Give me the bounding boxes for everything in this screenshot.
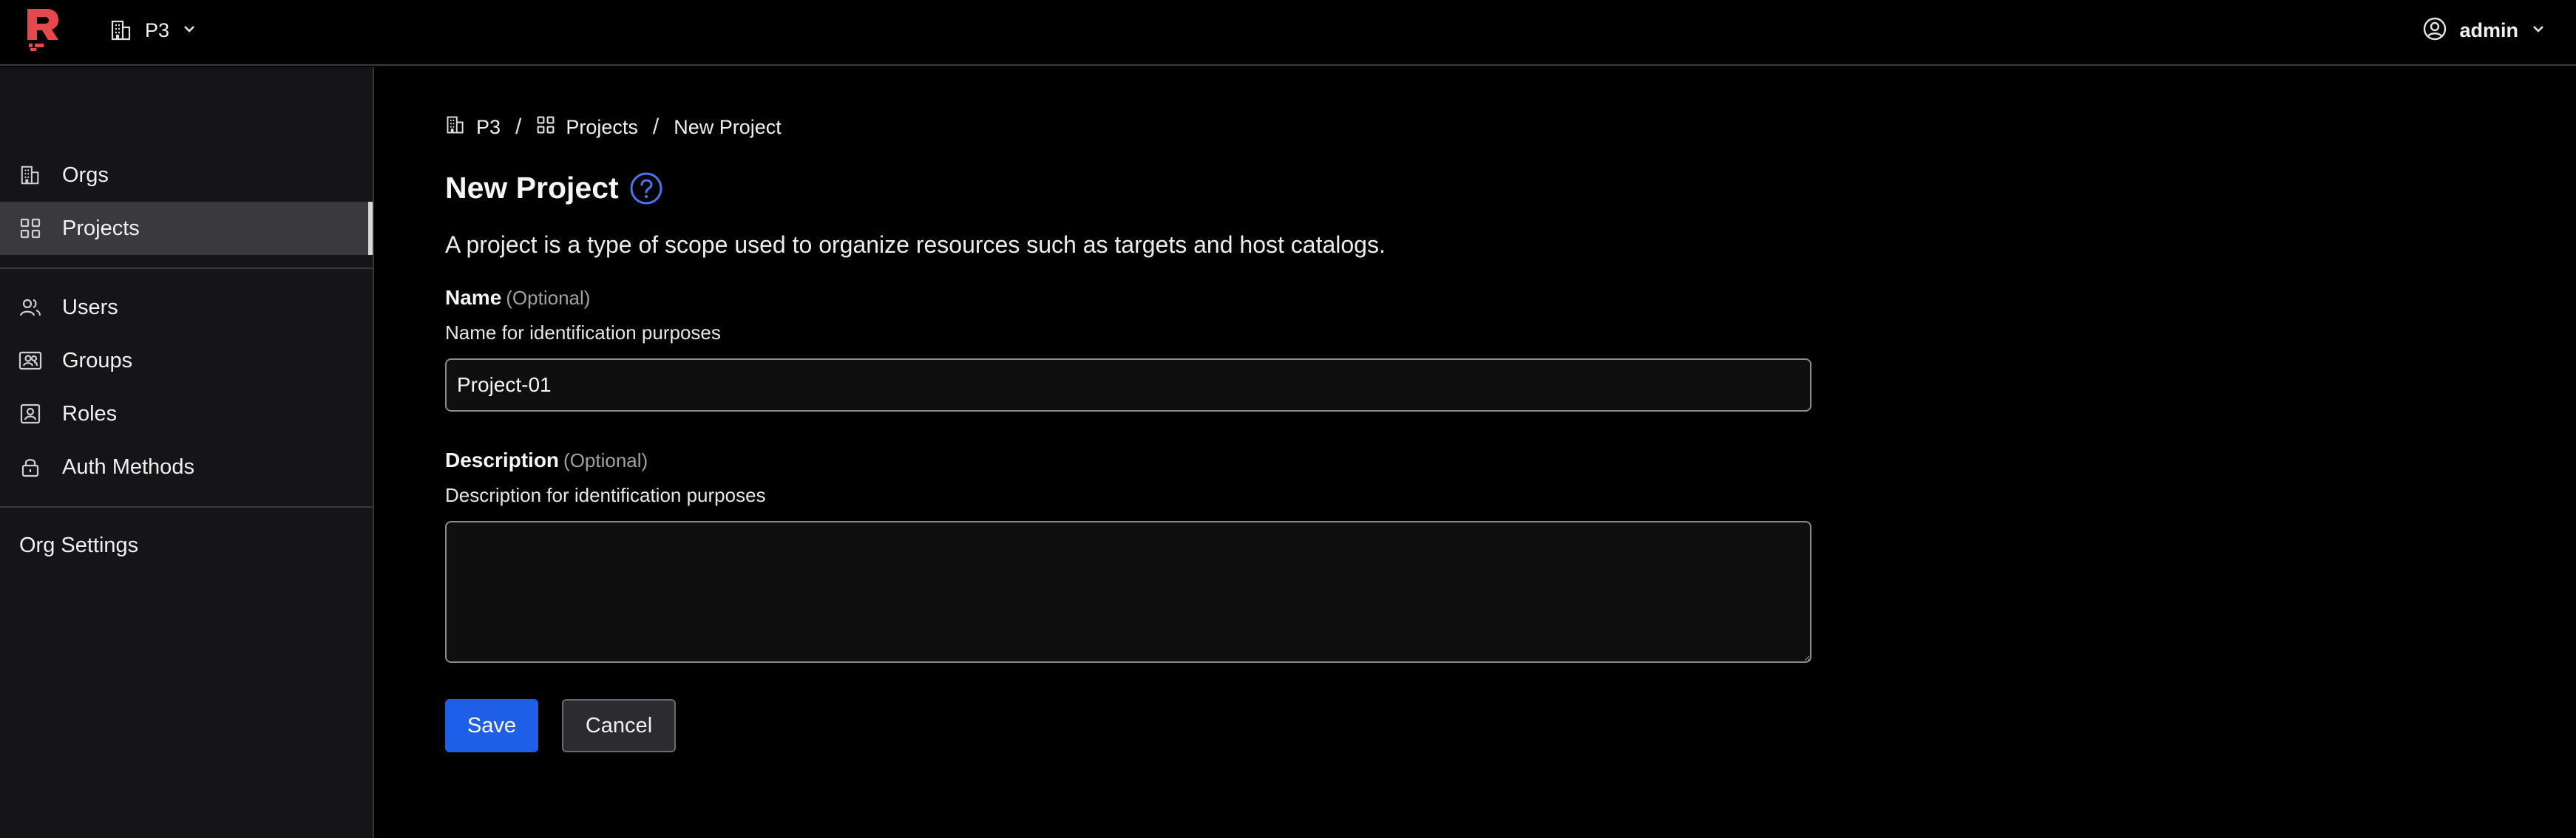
breadcrumb-label: Projects (566, 115, 638, 138)
cancel-button[interactable]: Cancel (562, 699, 676, 752)
lock-icon (18, 454, 43, 480)
user-menu[interactable]: admin (2422, 15, 2546, 46)
page-title: New Project (445, 171, 619, 205)
name-label-text: Name (445, 286, 502, 309)
top-bar: P3 admin (0, 0, 2576, 66)
breadcrumb-separator: / (515, 115, 522, 139)
sidebar-item-groups[interactable]: Groups (0, 334, 373, 387)
building-icon (109, 18, 133, 42)
chevron-down-icon (181, 21, 197, 41)
breadcrumb-item-projects[interactable]: Projects (536, 115, 638, 140)
breadcrumb-label: New Project (674, 115, 782, 138)
user-circle-icon (2422, 16, 2447, 45)
user-menu-label: admin (2459, 18, 2518, 41)
name-field-help: Name for identification purposes (445, 321, 721, 344)
org-switcher-label: P3 (145, 18, 170, 41)
sidebar-item-roles[interactable]: Roles (0, 387, 373, 440)
sidebar-item-label: Groups (62, 348, 133, 372)
breadcrumb-label: P3 (476, 115, 501, 138)
breadcrumb-item-current: New Project (674, 116, 782, 139)
name-input[interactable] (445, 358, 1811, 412)
boundary-logo-icon[interactable] (24, 7, 61, 52)
building-icon (445, 115, 466, 140)
sidebar-item-label: Orgs (62, 163, 109, 187)
description-label-text: Description (445, 449, 560, 471)
sidebar-item-label: Projects (62, 216, 140, 240)
optional-tag: (Optional) (563, 449, 648, 471)
save-button[interactable]: Save (445, 699, 538, 752)
org-switcher[interactable]: P3 (109, 15, 197, 46)
sidebar-item-label: Users (62, 295, 118, 319)
description-textarea[interactable] (445, 521, 1811, 663)
sidebar-item-users[interactable]: Users (0, 281, 373, 334)
groups-icon (18, 348, 43, 373)
sidebar-item-label: Auth Methods (62, 454, 194, 479)
sidebar-divider (0, 268, 373, 269)
name-field-label: Name (Optional) (445, 286, 590, 310)
breadcrumb-separator: / (652, 115, 660, 139)
users-icon (18, 295, 43, 320)
building-icon (18, 163, 43, 188)
description-field-help: Description for identification purposes (445, 484, 766, 506)
id-badge-icon (18, 401, 43, 426)
grid-icon (18, 216, 43, 241)
description-field-label: Description (Optional) (445, 449, 648, 472)
sidebar-item-label: Roles (62, 401, 118, 426)
page-header: New Project (445, 171, 663, 205)
sidebar-item-label: Org Settings (19, 533, 139, 557)
grid-icon (536, 115, 555, 140)
chevron-down-icon (2530, 21, 2546, 41)
sidebar-item-projects[interactable]: Projects (0, 202, 373, 255)
breadcrumb: P3 / Projects / New Project (445, 110, 782, 144)
sidebar-item-auth-methods[interactable]: Auth Methods (0, 440, 373, 494)
optional-tag: (Optional) (506, 287, 591, 309)
help-icon[interactable] (629, 171, 663, 205)
sidebar-item-orgs[interactable]: Orgs (0, 149, 373, 202)
sidebar-divider (0, 506, 373, 508)
page-description: A project is a type of scope used to org… (445, 231, 1386, 258)
breadcrumb-item-org[interactable]: P3 (445, 115, 501, 140)
sidebar: Orgs Projects Users Groups Roles Auth Me… (0, 67, 374, 838)
sidebar-item-org-settings[interactable]: Org Settings (0, 519, 373, 572)
